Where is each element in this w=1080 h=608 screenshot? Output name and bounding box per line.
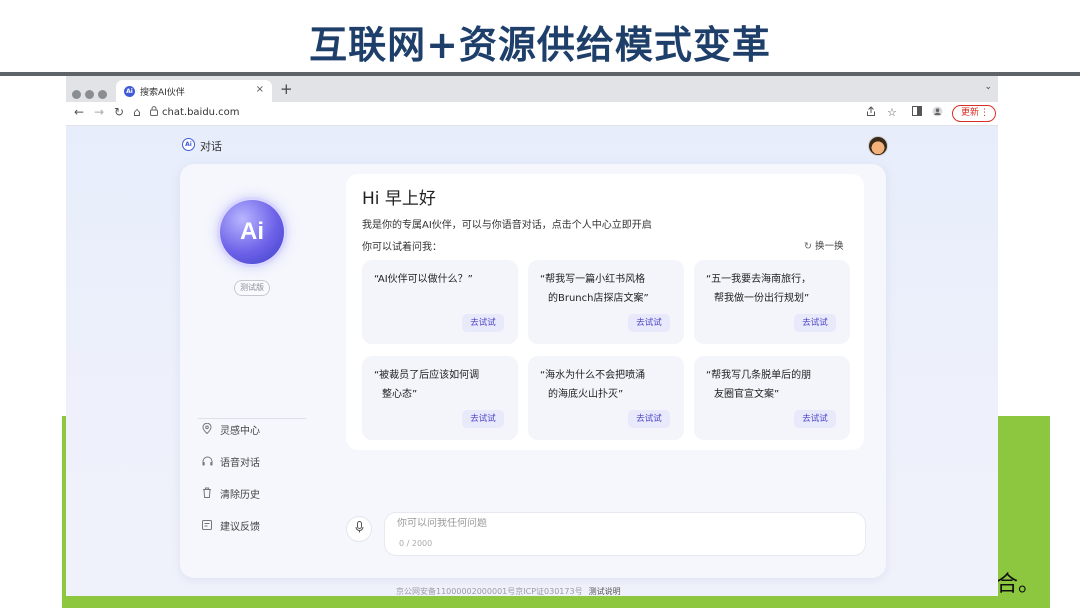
suggestion-text: “五一我要去海南旅行， 帮我做一份出行规划” bbox=[706, 274, 812, 304]
close-window-dot[interactable] bbox=[72, 90, 81, 99]
chat-panel: Ai 测试版 灵感中心 语音对话 清除历史 建议反馈 Hi 早上好 我是你的专属… bbox=[180, 164, 886, 578]
chat-logo-icon: Ai bbox=[182, 138, 195, 151]
microphone-icon bbox=[355, 521, 364, 536]
page-label[interactable]: 对话 bbox=[200, 138, 222, 154]
reload-button[interactable]: ↻ bbox=[114, 105, 124, 119]
suggestion-text: “海水为什么不会把喷涌 的海底火山扑灭” bbox=[540, 370, 646, 400]
browser-toolbar: ← → ↻ ⌂ chat.baidu.com ☆ 更新 ⋮ bbox=[66, 102, 998, 126]
browser-tab[interactable]: Ai 搜索AI伙伴 × bbox=[116, 80, 272, 102]
share-icon[interactable] bbox=[866, 106, 876, 120]
beta-badge: 测试版 bbox=[234, 280, 270, 296]
suggestion-card[interactable]: “海水为什么不会把喷涌 的海底火山扑灭” 去试试 bbox=[528, 356, 684, 440]
suggestion-card[interactable]: “五一我要去海南旅行， 帮我做一份出行规划” 去试试 bbox=[694, 260, 850, 344]
sidebar-item-label: 清除历史 bbox=[220, 490, 260, 501]
new-tab-button[interactable]: + bbox=[280, 80, 293, 98]
footer-record: 京公网安备11000002000001号京ICP证030173号 bbox=[396, 587, 583, 596]
sidebar-item-label: 建议反馈 bbox=[220, 522, 260, 533]
microphone-button[interactable] bbox=[346, 516, 372, 542]
back-button[interactable]: ← bbox=[74, 105, 84, 119]
try-it-button[interactable]: 去试试 bbox=[462, 410, 504, 428]
test-note-link[interactable]: 测试说明 bbox=[589, 587, 621, 596]
suggestion-text: “被裁员了后应该如何调 整心态” bbox=[374, 370, 480, 400]
feedback-icon bbox=[202, 520, 216, 533]
refresh-label: 换一换 bbox=[814, 241, 844, 252]
window-controls bbox=[72, 84, 111, 103]
page-footer: 京公网安备11000002000001号京ICP证030173号 测试说明 bbox=[396, 586, 621, 596]
sidebar-item-label: 灵感中心 bbox=[220, 426, 260, 437]
try-it-button[interactable]: 去试试 bbox=[794, 410, 836, 428]
refresh-icon: ↻ bbox=[804, 241, 812, 252]
browser-window: Ai 搜索AI伙伴 × + ⌄ ← → ↻ ⌂ chat.baidu.com ☆… bbox=[66, 76, 998, 596]
chat-input-box: 0 / 2000 bbox=[384, 512, 866, 556]
suggestion-text: “帮我写一篇小红书风格 的Brunch店探店文案” bbox=[540, 274, 649, 304]
sidebar-item-label: 语音对话 bbox=[220, 458, 260, 469]
tab-title: 搜索AI伙伴 bbox=[140, 88, 185, 98]
tab-favicon-icon: Ai bbox=[124, 86, 135, 97]
ai-logo-badge: Ai bbox=[220, 200, 284, 264]
suggestions-heading: 你可以试着问我： bbox=[362, 242, 442, 253]
greeting-card: Hi 早上好 我是你的专属AI伙伴，可以与你语音对话，点击个人中心立即开启 你可… bbox=[346, 174, 864, 450]
sidebar-divider bbox=[198, 418, 306, 419]
try-it-button[interactable]: 去试试 bbox=[794, 314, 836, 332]
bookmark-star-icon[interactable]: ☆ bbox=[887, 106, 897, 119]
chat-page: Ai 对话 Ai 测试版 灵感中心 语音对话 清除历史 建议反馈 Hi 早上好 … bbox=[66, 126, 998, 596]
suggestion-card[interactable]: “帮我写几条脱单后的朋 友圈官宣文案” 去试试 bbox=[694, 356, 850, 440]
intro-text: 我是你的专属AI伙伴，可以与你语音对话，点击个人中心立即开启 bbox=[362, 220, 652, 231]
suggestion-card[interactable]: “帮我写一篇小红书风格 的Brunch店探店文案” 去试试 bbox=[528, 260, 684, 344]
home-button[interactable]: ⌂ bbox=[133, 105, 141, 119]
chat-input[interactable] bbox=[397, 518, 837, 529]
sidebar-item-inspiration[interactable]: 灵感中心 bbox=[202, 422, 260, 437]
slide-title: 互联网+资源供给模式变革 bbox=[309, 23, 771, 67]
headphones-icon bbox=[202, 456, 216, 469]
more-menu-icon[interactable]: ⋮ bbox=[980, 106, 989, 121]
sidebar-item-clear-history[interactable]: 清除历史 bbox=[202, 486, 260, 501]
suggestion-card[interactable]: “被裁员了后应该如何调 整心态” 去试试 bbox=[362, 356, 518, 440]
profile-icon[interactable] bbox=[932, 106, 943, 120]
tab-bar: Ai 搜索AI伙伴 × + ⌄ bbox=[66, 76, 998, 102]
update-button[interactable]: 更新 ⋮ bbox=[952, 105, 996, 122]
update-label: 更新 bbox=[961, 108, 980, 118]
sidebar-item-feedback[interactable]: 建议反馈 bbox=[202, 518, 260, 533]
address-bar[interactable]: chat.baidu.com bbox=[162, 107, 240, 118]
forward-button[interactable]: → bbox=[94, 105, 104, 119]
minimize-window-dot[interactable] bbox=[85, 90, 94, 99]
sidebar-toggle-icon[interactable] bbox=[912, 106, 922, 119]
suggestion-text: “帮我写几条脱单后的朋 友圈官宣文案” bbox=[706, 370, 812, 400]
suggestion-text: “AI伙伴可以做什么？” bbox=[374, 274, 473, 285]
trash-icon bbox=[202, 487, 216, 501]
greeting-heading: Hi 早上好 bbox=[362, 189, 436, 209]
maximize-window-dot[interactable] bbox=[98, 90, 107, 99]
avatar[interactable] bbox=[868, 136, 888, 156]
try-it-button[interactable]: 去试试 bbox=[628, 410, 670, 428]
tab-search-chevron-icon[interactable]: ⌄ bbox=[984, 82, 992, 92]
pin-icon bbox=[202, 422, 216, 437]
tab-close-icon[interactable]: × bbox=[256, 84, 264, 95]
refresh-suggestions-button[interactable]: ↻ 换一换 bbox=[804, 238, 843, 252]
try-it-button[interactable]: 去试试 bbox=[628, 314, 670, 332]
sidebar-item-voice[interactable]: 语音对话 bbox=[202, 454, 260, 469]
slide-trailing-text: 合。 bbox=[996, 572, 1041, 597]
lock-icon[interactable] bbox=[150, 106, 158, 119]
try-it-button[interactable]: 去试试 bbox=[462, 314, 504, 332]
character-counter: 0 / 2000 bbox=[399, 539, 433, 548]
suggestion-card[interactable]: “AI伙伴可以做什么？” 去试试 bbox=[362, 260, 518, 344]
